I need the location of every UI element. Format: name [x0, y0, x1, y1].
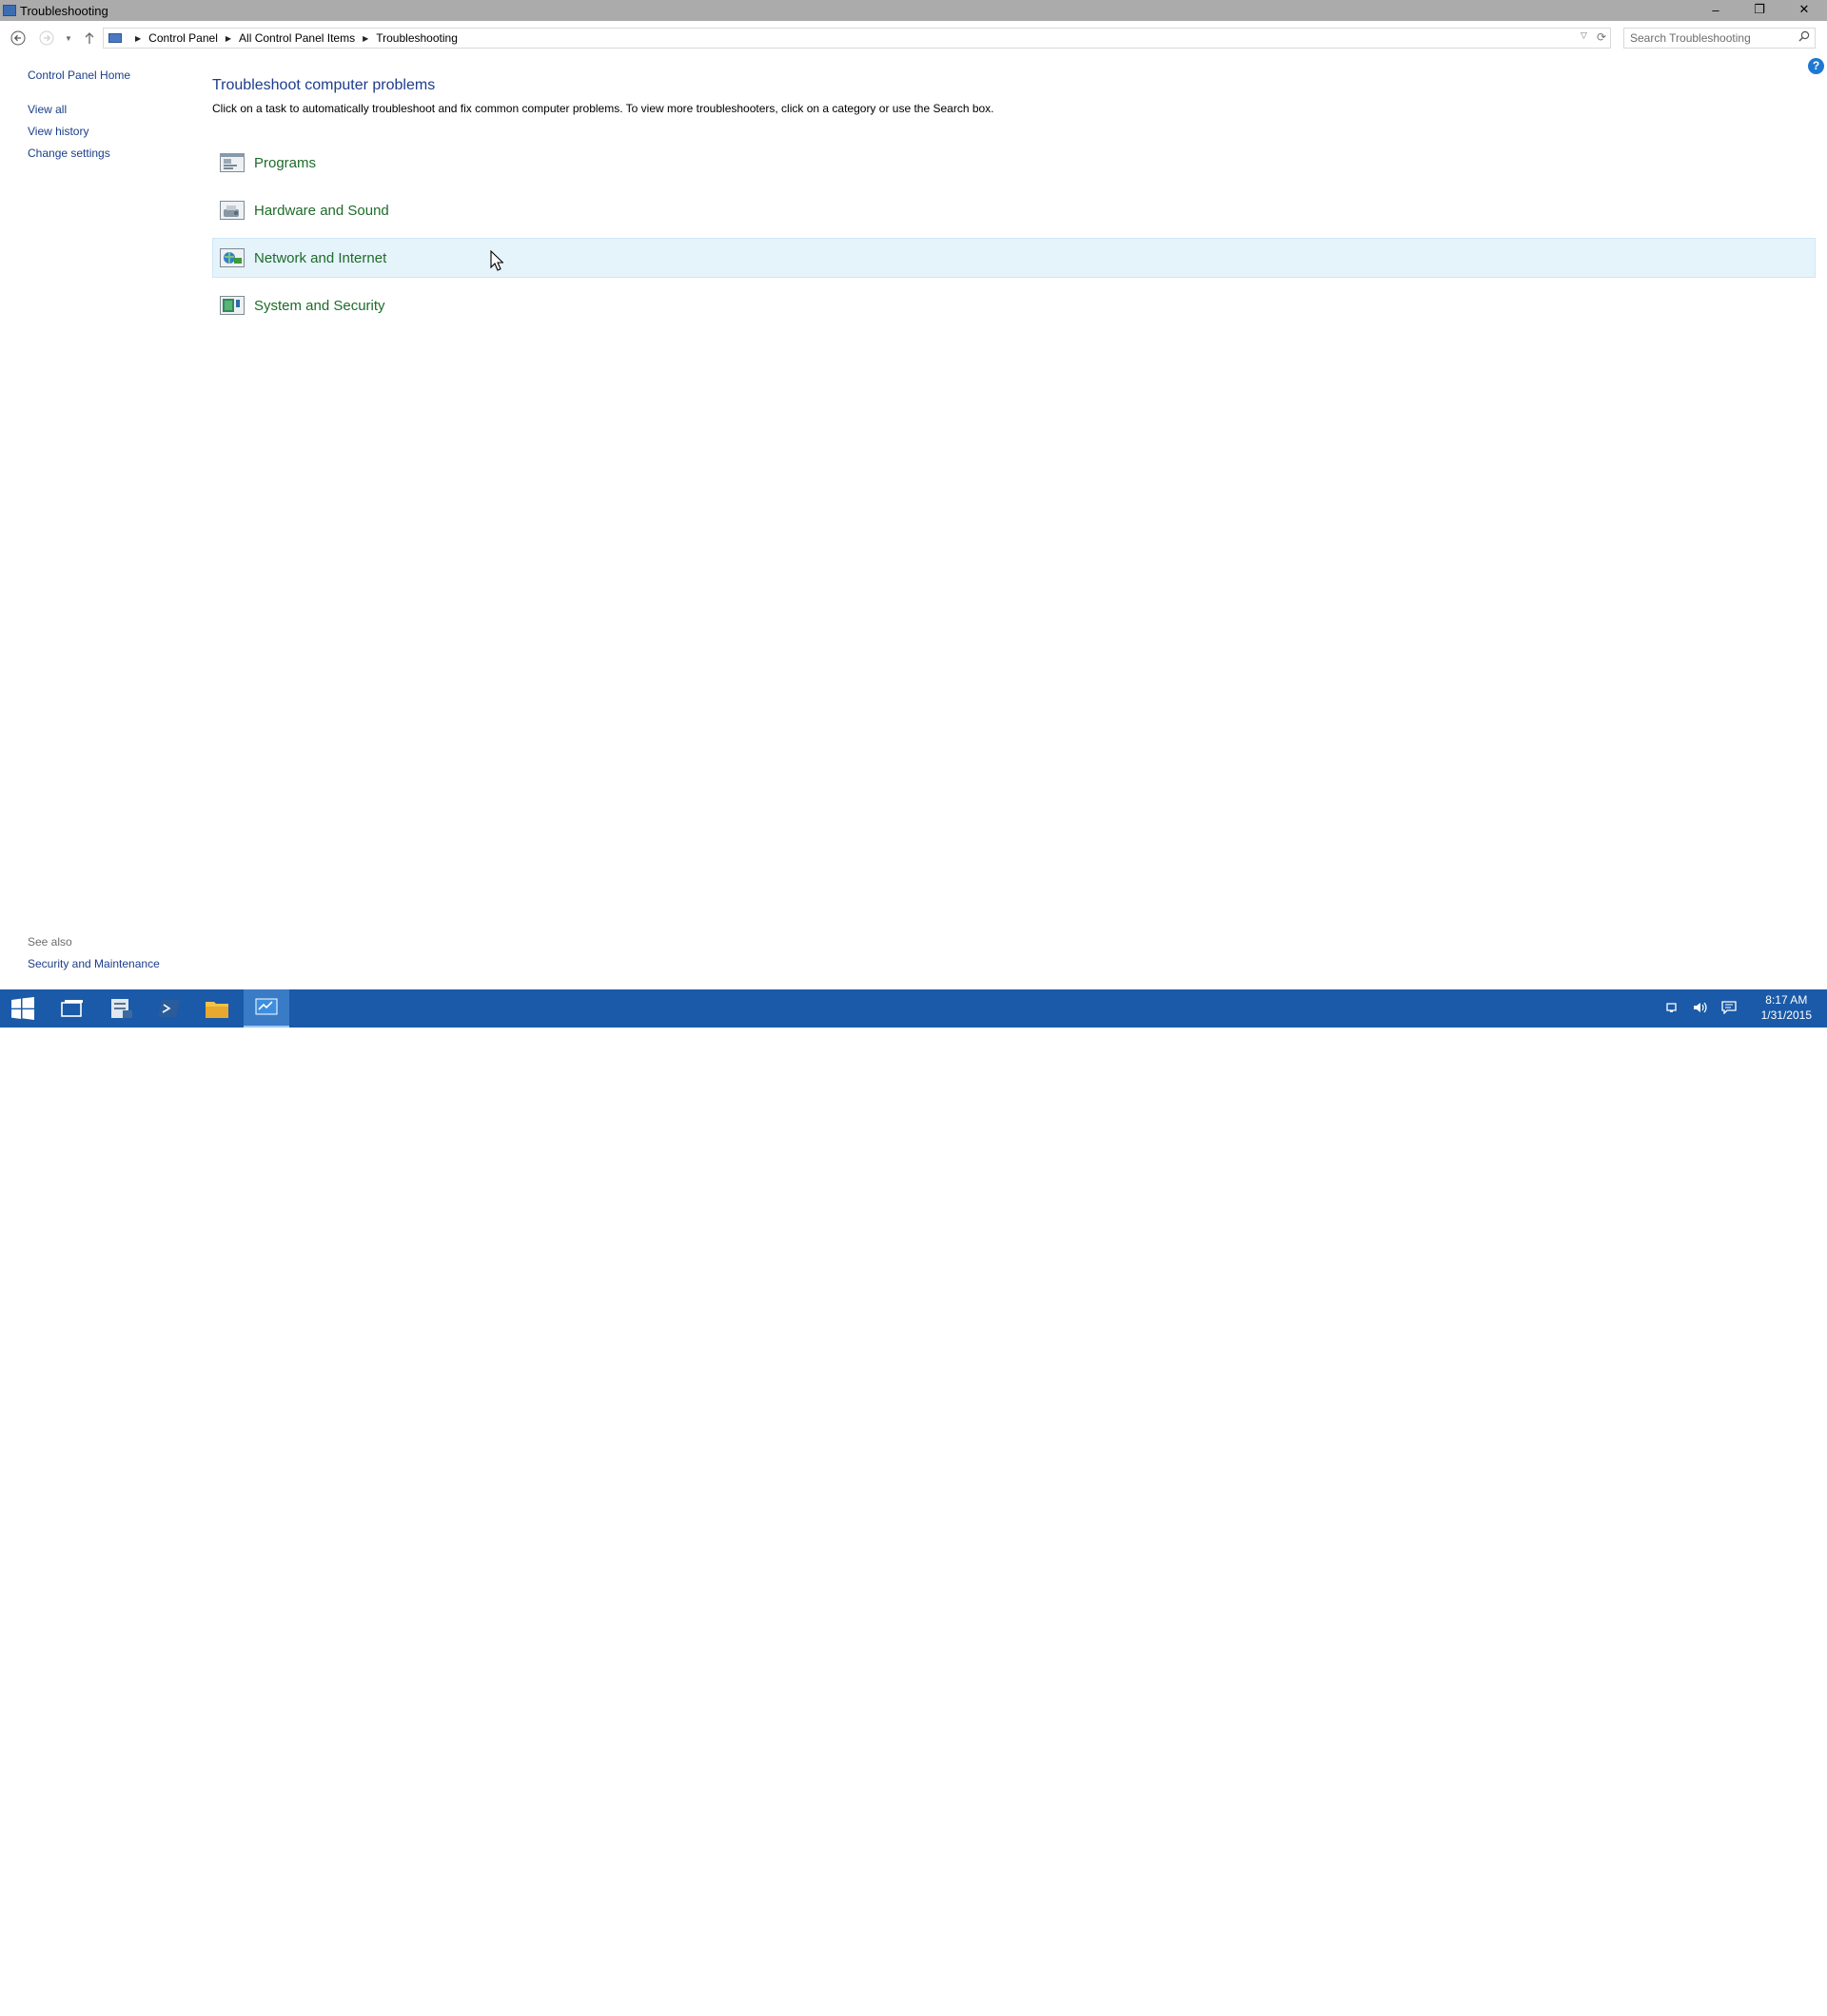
taskbar: The Collection Book 8:17 AM 1/31/2015: [0, 989, 1827, 2016]
refresh-icon[interactable]: ⟳: [1597, 30, 1606, 44]
clock-date: 1/31/2015: [1760, 1008, 1812, 1022]
window-title: Troubleshooting: [20, 3, 108, 18]
change-settings-link[interactable]: Change settings: [28, 147, 110, 160]
system-security-icon: [218, 293, 246, 318]
start-icon[interactable]: [0, 989, 46, 1028]
control-panel-icon: [3, 5, 16, 16]
watermark-text: The Collection Book: [1589, 1980, 1808, 2016]
action-center-icon[interactable]: [1721, 1001, 1737, 1017]
category-label[interactable]: Network and Internet: [254, 250, 386, 266]
see-also-heading: See also: [28, 935, 72, 949]
forward-arrow-icon[interactable]: [37, 29, 56, 48]
view-all-link[interactable]: View all: [28, 103, 67, 116]
address-dropdown-icon[interactable]: ▽: [1581, 30, 1587, 44]
hardware-sound-icon: [218, 198, 246, 223]
volume-icon[interactable]: [1693, 1001, 1708, 1017]
control-panel-icon: [108, 33, 122, 43]
restore-button[interactable]: ❐: [1738, 0, 1781, 19]
minimize-button[interactable]: –: [1694, 0, 1738, 19]
security-and-maintenance-link[interactable]: Security and Maintenance: [28, 957, 160, 970]
page-description: Click on a task to automatically trouble…: [212, 102, 994, 115]
file-explorer-icon[interactable]: [194, 989, 240, 1028]
title-bar[interactable]: Troubleshooting – ❐ ✕: [0, 0, 1827, 21]
category-label[interactable]: Programs: [254, 155, 316, 171]
category-system-and-security[interactable]: System and Security: [212, 285, 1816, 325]
network-tray-icon[interactable]: [1666, 1001, 1680, 1017]
server-manager-icon[interactable]: [99, 989, 145, 1028]
clock[interactable]: 8:17 AM 1/31/2015: [1761, 992, 1812, 1023]
navigation-bar: ▼ ▶ Control Panel ▶ All Control Panel It…: [0, 21, 1827, 55]
page-title: Troubleshoot computer problems: [212, 77, 436, 93]
category-network-and-internet[interactable]: Network and Internet: [212, 238, 1816, 278]
breadcrumb-chevron-icon[interactable]: ▶: [363, 34, 368, 43]
view-history-link[interactable]: View history: [28, 125, 88, 138]
powershell-icon[interactable]: [147, 989, 192, 1028]
help-icon[interactable]: ?: [1808, 58, 1824, 74]
category-label[interactable]: System and Security: [254, 298, 385, 314]
close-button[interactable]: ✕: [1781, 0, 1827, 19]
category-label[interactable]: Hardware and Sound: [254, 203, 389, 219]
control-panel-home-link[interactable]: Control Panel Home: [28, 69, 130, 82]
breadcrumb-troubleshooting[interactable]: Troubleshooting: [376, 31, 458, 45]
search-icon[interactable]: [1798, 30, 1810, 45]
up-arrow-icon[interactable]: [80, 29, 99, 48]
breadcrumb-control-panel[interactable]: Control Panel: [148, 31, 218, 45]
breadcrumb-chevron-icon[interactable]: ▶: [226, 34, 231, 43]
clock-time: 8:17 AM: [1765, 993, 1808, 1007]
breadcrumb-chevron-icon[interactable]: ▶: [135, 34, 141, 43]
network-internet-icon: [218, 245, 246, 270]
search-placeholder: Search Troubleshooting: [1630, 31, 1751, 45]
breadcrumb-all-items[interactable]: All Control Panel Items: [239, 31, 355, 45]
search-input[interactable]: Search Troubleshooting: [1623, 28, 1816, 49]
task-view-icon[interactable]: [49, 989, 95, 1028]
watermark-label: The Collection Book: [1646, 1987, 1809, 2008]
category-programs[interactable]: Programs: [212, 143, 1816, 183]
chevron-down-icon[interactable]: ▼: [59, 29, 78, 48]
system-tray: [1666, 1001, 1737, 1017]
back-arrow-icon[interactable]: [9, 29, 28, 48]
window-controls: – ❐ ✕: [1694, 0, 1827, 19]
control-panel-taskbar-icon[interactable]: [244, 989, 289, 1028]
category-hardware-and-sound[interactable]: Hardware and Sound: [212, 190, 1816, 230]
mouse-cursor-icon: [490, 249, 504, 276]
address-bar[interactable]: ▶ Control Panel ▶ All Control Panel Item…: [103, 28, 1611, 49]
programs-icon: [218, 150, 246, 175]
